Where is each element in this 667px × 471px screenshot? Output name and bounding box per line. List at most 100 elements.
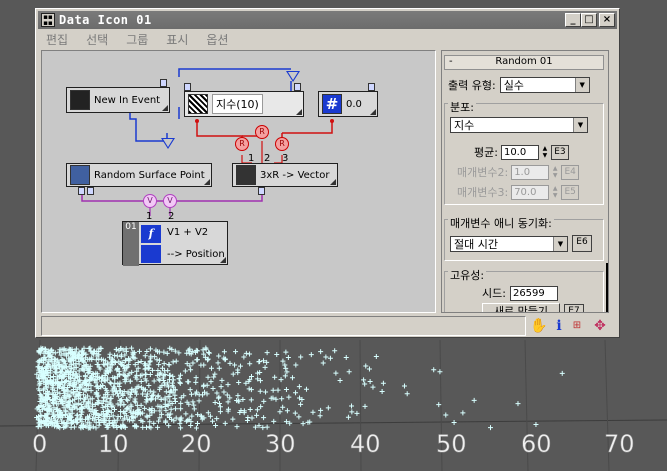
particle-mark — [206, 350, 212, 356]
menu-group[interactable]: 그룹 — [126, 31, 148, 48]
menu-select[interactable]: 선택 — [86, 31, 108, 48]
node-canvas[interactable]: New In Event 지수(10) # 0.0 R R R Random S… — [41, 50, 436, 313]
node-sockets[interactable] — [294, 83, 301, 91]
particle-mark — [275, 387, 281, 393]
event-icon — [70, 90, 90, 110]
node-sockets[interactable] — [78, 187, 94, 195]
node-sockets[interactable] — [184, 83, 191, 91]
particle-mark — [177, 416, 183, 422]
particle-mark — [196, 398, 202, 404]
corner-icon — [296, 109, 302, 115]
navigate-icon[interactable]: ✥ — [592, 318, 608, 334]
particle-mark — [264, 424, 270, 430]
param2-e-button[interactable]: E4 — [561, 164, 580, 180]
particle-mark — [277, 409, 283, 415]
particle-mark — [272, 374, 278, 380]
particle-mark — [163, 418, 169, 424]
particle-mark — [128, 409, 134, 415]
menu-edit[interactable]: 편집 — [46, 31, 68, 48]
particle-mark — [317, 413, 323, 419]
node-sockets[interactable] — [368, 83, 375, 91]
r-port-2: 2 — [264, 153, 271, 164]
particle-mark — [156, 362, 162, 368]
hash-icon: # — [322, 94, 342, 114]
particle-mark — [172, 396, 178, 402]
chevron-down-icon[interactable]: ▼ — [573, 118, 587, 132]
param2-label: 매개변수2: — [457, 166, 509, 179]
particle-mark — [187, 387, 193, 393]
node-3xr-vector[interactable]: 3xR -> Vector — [232, 163, 338, 187]
seed-input[interactable]: 26599 — [509, 285, 558, 301]
distribution-dropdown[interactable]: 지수 ▼ — [450, 117, 588, 133]
particle-mark — [201, 362, 207, 368]
uniqueness-label: 고유성: — [448, 267, 487, 283]
particle-mark — [261, 415, 267, 421]
spinner-icon[interactable]: ▲ ▼ — [551, 185, 559, 200]
particle-mark — [206, 350, 212, 356]
particle-mark — [177, 380, 183, 386]
wire-junction-icon — [286, 71, 300, 82]
info-icon[interactable]: i — [551, 318, 567, 334]
minimize-button[interactable]: _ — [565, 13, 581, 27]
param3-input[interactable]: 70.0 — [511, 184, 550, 200]
sync-dropdown[interactable]: 절대 시간 ▼ — [450, 235, 568, 252]
close-button[interactable]: × — [599, 13, 615, 27]
particle-mark — [404, 391, 410, 397]
particle-mark — [144, 348, 150, 354]
particle-mark — [96, 422, 102, 428]
title-bar[interactable]: ▪▪ ▪▪ Data Icon 01 _ □ × — [38, 11, 617, 29]
parameter-panel[interactable]: - Random 01 출력 유형: 실수 ▼ 분포: 지수 ▼ 평균: 10.… — [441, 50, 609, 313]
mean-input[interactable]: 10.0 — [500, 144, 539, 160]
node-v1-v2-position[interactable]: 01 f V1 + V2 --> Position — [122, 221, 228, 266]
seed-row: 시드: 26599 — [482, 285, 558, 301]
particle-mark — [280, 404, 286, 410]
spinner-icon[interactable]: ▲ ▼ — [541, 145, 549, 160]
node-sockets[interactable] — [160, 79, 167, 87]
particle-mark — [325, 405, 331, 411]
v-connector[interactable]: V — [163, 194, 177, 208]
param3-e-button[interactable]: E5 — [561, 184, 580, 200]
new-e-button[interactable]: E7 — [564, 303, 584, 312]
particle-mark — [471, 397, 477, 403]
mean-e-button[interactable]: E3 — [550, 144, 569, 160]
axis-label-40: 40 — [350, 430, 381, 459]
r-connector[interactable]: R — [275, 137, 289, 151]
particle-mark — [143, 366, 149, 372]
spinner-icon[interactable]: ▲ ▼ — [551, 165, 559, 180]
hierarchy-icon[interactable]: ⊞ — [569, 318, 585, 334]
node-float[interactable]: # 0.0 — [318, 91, 378, 117]
r-connector[interactable]: R — [235, 137, 249, 151]
maximize-button[interactable]: □ — [581, 13, 597, 27]
rollout-header[interactable]: - Random 01 — [444, 55, 604, 70]
chevron-down-icon[interactable]: ▼ — [574, 78, 589, 92]
hand-icon[interactable]: ✋ — [530, 318, 547, 334]
output-type-label: 출력 유형: — [448, 79, 496, 92]
particle-mark — [345, 414, 351, 420]
v-port-1: 1 — [146, 211, 153, 222]
chevron-down-icon[interactable]: ▼ — [553, 236, 567, 251]
menu-display[interactable]: 표시 — [166, 31, 188, 48]
viewport[interactable]: 0 10 20 30 40 50 60 70 ▪▪ ▪▪ Data Icon 01… — [0, 0, 667, 471]
output-type-row: 출력 유형: 실수 ▼ — [448, 77, 590, 93]
corner-icon — [330, 179, 336, 185]
particle-mark — [194, 421, 200, 427]
sync-e-button[interactable]: E6 — [572, 235, 592, 252]
node-new-in-event[interactable]: New In Event — [66, 87, 170, 113]
new-seed-button[interactable]: 새로 만들기 — [482, 303, 560, 312]
param2-input[interactable]: 1.0 — [511, 164, 550, 180]
v-connector[interactable]: V — [143, 194, 157, 208]
particle-mark — [370, 384, 376, 390]
node-random-surface-point[interactable]: Random Surface Point — [66, 163, 212, 187]
node-jisu[interactable]: 지수(10) — [184, 91, 304, 117]
surface-icon — [70, 165, 90, 185]
particle-mark — [170, 373, 176, 379]
rollout-title: Random 01 — [495, 56, 553, 67]
data-icon-window[interactable]: ▪▪▪▪ Data Icon 01 _ □ × 편집 선택 그룹 표시 옵션 — [35, 8, 620, 338]
collapse-toggle[interactable]: - — [449, 56, 453, 67]
panel-scrollbar[interactable] — [606, 263, 608, 312]
sync-value: 절대 시간 — [454, 237, 498, 251]
node-sockets[interactable] — [258, 187, 265, 195]
r-connector[interactable]: R — [255, 125, 269, 139]
menu-options[interactable]: 옵션 — [206, 31, 228, 48]
output-type-dropdown[interactable]: 실수 ▼ — [499, 77, 590, 93]
